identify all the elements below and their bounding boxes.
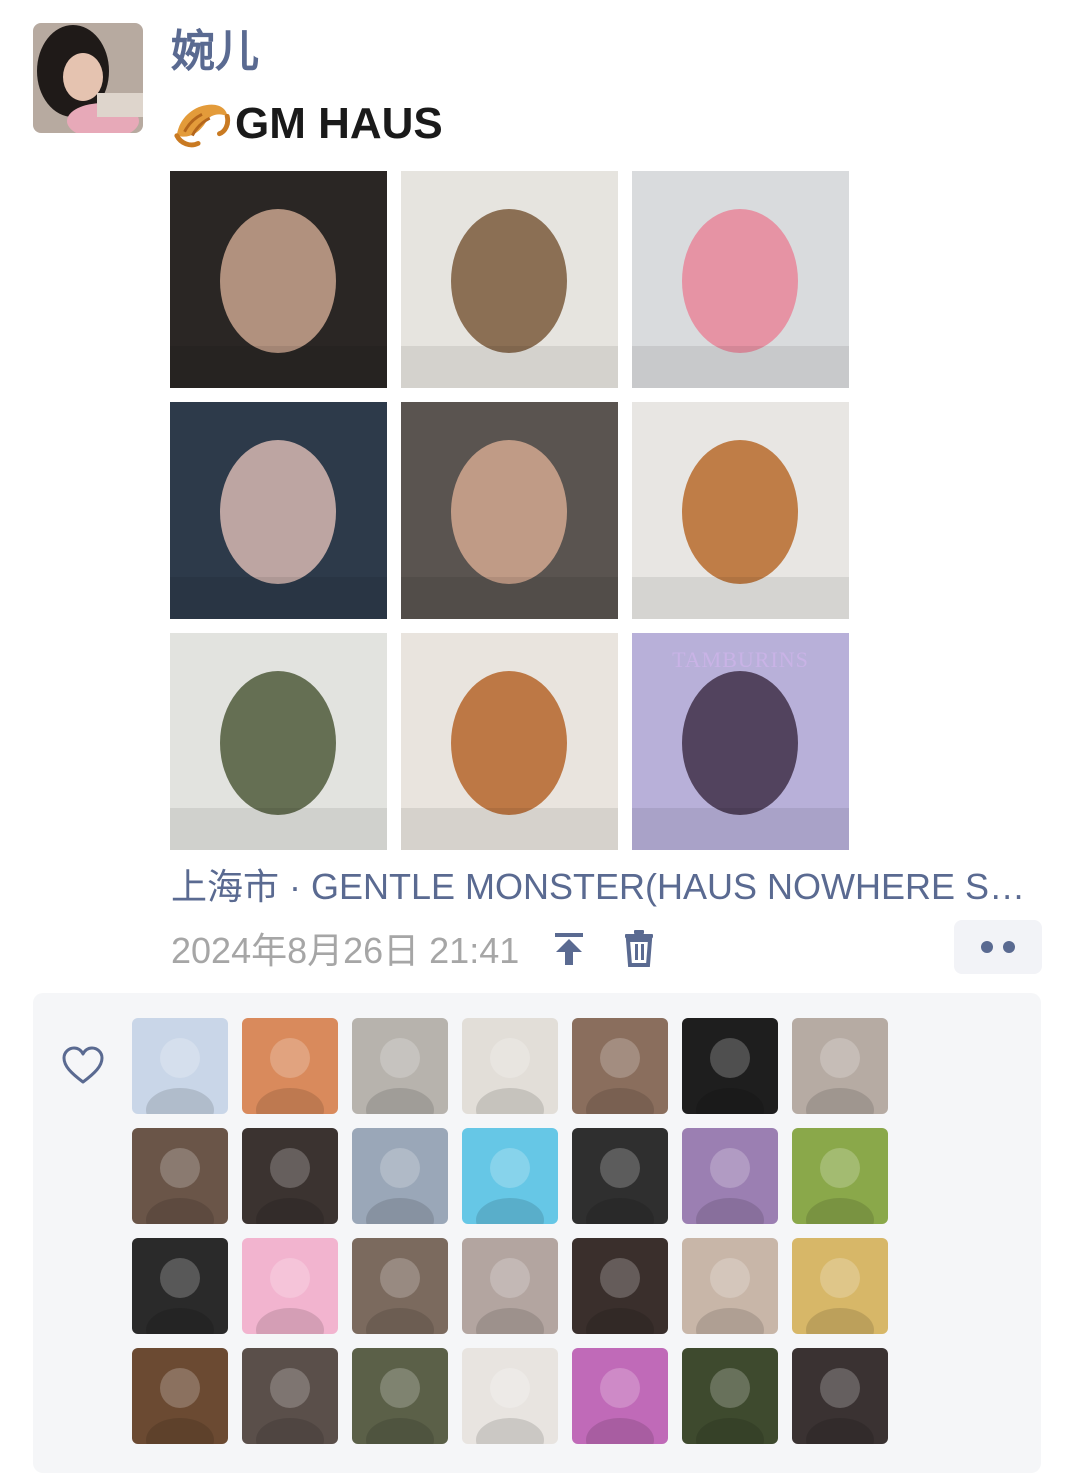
liker-avatar[interactable] bbox=[242, 1128, 338, 1224]
liker-avatar[interactable] bbox=[572, 1348, 668, 1444]
liker-avatar[interactable] bbox=[462, 1238, 558, 1334]
photo-head-with-visitor-image bbox=[401, 402, 618, 619]
photo-billboard-screen[interactable] bbox=[170, 402, 387, 619]
liker-avatar[interactable] bbox=[352, 1348, 448, 1444]
liker-avatar[interactable] bbox=[792, 1238, 888, 1334]
liker-avatar[interactable] bbox=[792, 1018, 888, 1114]
liker-avatar[interactable] bbox=[682, 1128, 778, 1224]
user-avatar-photo bbox=[352, 1348, 448, 1444]
photo-gallery-painting[interactable] bbox=[170, 633, 387, 850]
liker-avatar[interactable] bbox=[132, 1238, 228, 1334]
photo-elderly-couple-image bbox=[401, 171, 618, 388]
user-avatar-photo bbox=[132, 1018, 228, 1114]
user-avatar-photo bbox=[682, 1348, 778, 1444]
user-avatar-photo bbox=[792, 1018, 888, 1114]
user-avatar-photo bbox=[792, 1348, 888, 1444]
liker-avatar[interactable] bbox=[572, 1128, 668, 1224]
liker-avatar[interactable] bbox=[792, 1348, 888, 1444]
photo-grid: TAMBURINS bbox=[170, 171, 850, 850]
photo-pastry-barbell[interactable] bbox=[401, 633, 618, 850]
user-avatar-photo bbox=[572, 1348, 668, 1444]
author-avatar[interactable] bbox=[33, 23, 143, 133]
pin-top-icon[interactable] bbox=[549, 928, 589, 968]
liker-avatar[interactable] bbox=[242, 1018, 338, 1114]
user-avatar-photo bbox=[132, 1128, 228, 1224]
user-avatar-photo bbox=[792, 1238, 888, 1334]
user-avatar-photo bbox=[242, 1348, 338, 1444]
user-avatar-photo bbox=[462, 1128, 558, 1224]
more-dots-icon bbox=[1003, 941, 1015, 953]
user-avatar-photo bbox=[792, 1128, 888, 1224]
user-avatar-photo bbox=[462, 1018, 558, 1114]
photo-pastry-boxing-gloves-image bbox=[632, 402, 849, 619]
user-avatar-photo bbox=[682, 1018, 778, 1114]
user-avatar-photo bbox=[682, 1238, 778, 1334]
photo-elderly-couple[interactable] bbox=[401, 171, 618, 388]
liker-avatar[interactable] bbox=[462, 1018, 558, 1114]
author-name[interactable]: 婉儿 bbox=[171, 22, 259, 82]
post-timestamp: 2024年8月26日 21:41 bbox=[171, 930, 520, 971]
liker-avatar[interactable] bbox=[792, 1128, 888, 1224]
photo-pastry-boxing-gloves[interactable] bbox=[632, 402, 849, 619]
user-avatar-photo bbox=[132, 1348, 228, 1444]
liker-avatar[interactable] bbox=[132, 1348, 228, 1444]
more-button[interactable] bbox=[954, 920, 1042, 974]
liker-avatar[interactable] bbox=[462, 1128, 558, 1224]
user-avatar-photo bbox=[132, 1238, 228, 1334]
photo-tamburins-poster[interactable]: TAMBURINS bbox=[632, 633, 849, 850]
heart-outline-icon[interactable] bbox=[61, 1046, 105, 1086]
user-avatar-photo bbox=[242, 1238, 338, 1334]
liker-avatar[interactable] bbox=[462, 1348, 558, 1444]
user-avatar-photo bbox=[352, 1018, 448, 1114]
liker-avatar[interactable] bbox=[132, 1018, 228, 1114]
likers-grid bbox=[132, 1018, 888, 1444]
photo-mirror-selfie-image bbox=[632, 171, 849, 388]
photo-gallery-painting-image bbox=[170, 633, 387, 850]
liker-avatar[interactable] bbox=[682, 1018, 778, 1114]
user-avatar-photo bbox=[352, 1238, 448, 1334]
user-avatar-photo bbox=[462, 1238, 558, 1334]
more-dots-icon bbox=[981, 941, 993, 953]
liker-avatar[interactable] bbox=[352, 1018, 448, 1114]
trash-icon[interactable] bbox=[619, 928, 659, 968]
location-link[interactable]: 上海市 · GENTLE MONSTER(HAUS NOWHERE SHANGH… bbox=[171, 862, 1037, 912]
user-avatar-photo bbox=[33, 23, 143, 133]
post-text-content: GM HAUS bbox=[235, 99, 443, 148]
liker-avatar[interactable] bbox=[132, 1128, 228, 1224]
user-avatar-photo bbox=[572, 1128, 668, 1224]
user-avatar-photo bbox=[572, 1018, 668, 1114]
photo-pastry-barbell-image bbox=[401, 633, 618, 850]
user-avatar-photo bbox=[572, 1238, 668, 1334]
liker-avatar[interactable] bbox=[682, 1238, 778, 1334]
liker-avatar[interactable] bbox=[352, 1128, 448, 1224]
user-avatar-photo bbox=[242, 1018, 338, 1114]
user-avatar-photo bbox=[352, 1128, 448, 1224]
user-avatar-photo bbox=[242, 1128, 338, 1224]
user-avatar-photo bbox=[682, 1128, 778, 1224]
post-meta-row: 2024年8月26日 21:41 bbox=[171, 922, 659, 974]
liker-avatar[interactable] bbox=[572, 1238, 668, 1334]
croissant-icon bbox=[174, 104, 231, 148]
photo-head-with-visitor[interactable] bbox=[401, 402, 618, 619]
liker-avatar[interactable] bbox=[682, 1348, 778, 1444]
user-avatar-photo bbox=[462, 1348, 558, 1444]
photo-sculpture-head[interactable] bbox=[170, 171, 387, 388]
post-text: GM HAUS bbox=[171, 92, 443, 156]
liker-avatar[interactable] bbox=[572, 1018, 668, 1114]
liker-avatar[interactable] bbox=[352, 1238, 448, 1334]
liker-avatar[interactable] bbox=[242, 1238, 338, 1334]
photo-billboard-screen-image bbox=[170, 402, 387, 619]
photo-sculpture-head-image bbox=[170, 171, 387, 388]
photo-mirror-selfie[interactable] bbox=[632, 171, 849, 388]
photo-caption: TAMBURINS bbox=[672, 647, 809, 672]
liker-avatar[interactable] bbox=[242, 1348, 338, 1444]
